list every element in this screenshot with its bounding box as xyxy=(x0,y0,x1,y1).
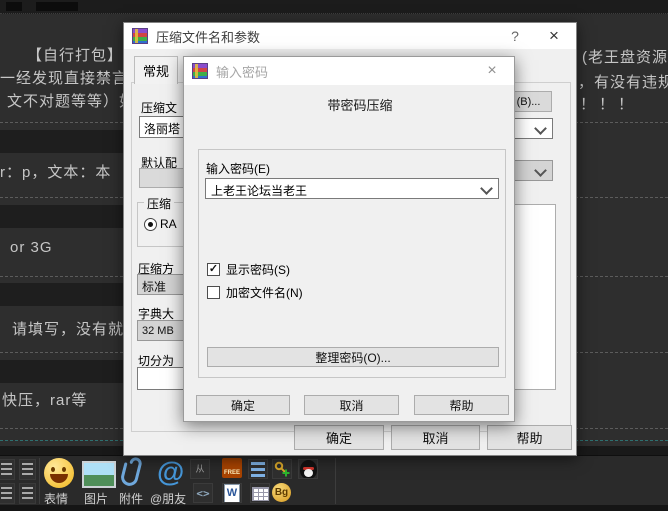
chevron-down-icon xyxy=(534,164,547,177)
editor-toolbar: 表情 图片 附件 @ @朋友 从 FREE <> W Bg xyxy=(0,455,668,506)
archive-name-input[interactable]: 洛丽塔 xyxy=(139,116,186,138)
format-group-caption: 压缩 xyxy=(144,195,175,212)
attachment-button[interactable] xyxy=(120,457,146,493)
quote-list-icon xyxy=(251,462,265,477)
ok-button[interactable]: 确定 xyxy=(294,425,384,450)
close-icon[interactable]: × xyxy=(532,23,576,49)
archive-name-label: 压缩文 xyxy=(141,101,178,115)
table-button[interactable] xyxy=(250,483,270,503)
cancel-button[interactable]: 取消 xyxy=(304,395,399,415)
toolbar-partial-button[interactable] xyxy=(0,483,15,504)
format-groupbox: 压缩 RA xyxy=(137,195,186,247)
text-lines-icon xyxy=(1,463,12,476)
bg-post-line: 快压，rar等 xyxy=(2,392,88,409)
help-button[interactable]: 帮助 xyxy=(487,425,572,450)
key-add-icon xyxy=(274,461,290,477)
encrypt-names-label: 加密文件名(N) xyxy=(226,286,303,300)
qq-share-button[interactable] xyxy=(298,459,318,479)
word-doc-icon: W xyxy=(224,484,240,502)
toolbar-separator xyxy=(39,458,40,504)
close-icon[interactable]: × xyxy=(470,57,514,85)
bg-post-line: 文不对题等等）如 xyxy=(7,93,136,110)
format-radio-rar[interactable]: RA xyxy=(144,217,177,231)
background-top-strip xyxy=(0,0,668,14)
options-listbox[interactable] xyxy=(513,204,556,390)
checkbox-unchecked-icon xyxy=(207,286,220,299)
top-block xyxy=(6,2,22,11)
radio-selected-icon xyxy=(144,217,157,231)
password-combo-input[interactable]: 上老王论坛当老王 xyxy=(205,178,499,199)
quote-list-button[interactable] xyxy=(248,459,268,479)
bg-right-line: ！！！ xyxy=(580,96,638,113)
bg-right-line: ，有没有违规 xyxy=(578,74,668,91)
text-lines-icon xyxy=(22,463,33,476)
emoji-icon xyxy=(44,458,74,488)
password-dialog-titlebar[interactable]: 输入密码 × xyxy=(184,57,514,85)
toolbar-partial-button[interactable] xyxy=(19,483,36,504)
toolbar-partial-button[interactable] xyxy=(0,459,15,480)
top-block xyxy=(36,2,78,11)
picture-icon xyxy=(82,461,116,488)
chevron-down-icon xyxy=(534,122,547,135)
archive-dialog-title: 压缩文件名和参数 xyxy=(156,29,261,45)
cancel-button[interactable]: 取消 xyxy=(391,425,480,450)
text-lines-icon xyxy=(1,487,12,500)
bg-post-line: r：p，文本：本 xyxy=(0,164,112,181)
password-content-button[interactable] xyxy=(272,459,292,479)
text-lines-icon xyxy=(22,487,33,500)
screen: 【自行打包】是 一经发现直接禁言 文不对题等等）如 r：p，文本：本 or 3G… xyxy=(0,0,668,511)
emoji-button[interactable] xyxy=(44,458,74,488)
image-button[interactable] xyxy=(82,461,116,488)
format-radio-label: RA xyxy=(160,217,177,231)
winrar-icon xyxy=(192,63,208,79)
qq-icon xyxy=(299,460,317,478)
hidden-text-button[interactable]: 从 xyxy=(190,459,210,479)
free-icon: FREE xyxy=(222,458,242,478)
tab-general[interactable]: 常规 xyxy=(134,56,178,84)
bg-post-line: 请填写，没有就填 xyxy=(12,321,141,338)
at-friend-button[interactable]: @ xyxy=(157,457,184,487)
show-password-label: 显示密码(S) xyxy=(226,263,290,277)
password-heading: 带密码压缩 xyxy=(327,98,393,113)
bg-right-line: (老王盘资源 xyxy=(582,49,668,66)
at-icon: @ xyxy=(157,456,185,487)
organize-passwords-button[interactable]: 整理密码(O)... xyxy=(207,347,499,367)
paperclip-icon xyxy=(121,457,142,486)
background-bottom-strip xyxy=(0,505,668,511)
code-icon: <> xyxy=(196,487,210,500)
show-password-checkbox[interactable]: ✓ 显示密码(S) xyxy=(207,261,290,278)
bg-post-line: or 3G xyxy=(10,239,53,256)
ok-button[interactable]: 确定 xyxy=(196,395,290,415)
checkbox-checked-icon: ✓ xyxy=(207,263,220,276)
word-doc-button[interactable]: W xyxy=(222,483,242,503)
bg-coin-icon: Bg xyxy=(272,483,291,502)
bg-post-line: 一经发现直接禁言 xyxy=(0,70,129,87)
split-input[interactable] xyxy=(137,367,186,390)
toolbar-separator xyxy=(335,458,336,504)
winrar-icon xyxy=(132,28,148,44)
table-icon xyxy=(251,487,269,501)
dictionary-combo[interactable]: 32 MB xyxy=(137,320,186,341)
method-combo[interactable]: 标准 xyxy=(137,274,186,295)
toolbar-partial-button[interactable] xyxy=(19,459,36,480)
hidden-text-icon: 从 xyxy=(195,464,205,474)
encrypt-names-checkbox[interactable]: 加密文件名(N) xyxy=(207,284,303,301)
free-content-button[interactable]: FREE xyxy=(222,458,242,478)
password-dialog: 输入密码 × 带密码压缩 输入密码(E) 上老王论坛当老王 ✓ 显示密码(S) … xyxy=(183,56,515,422)
password-dialog-title: 输入密码 xyxy=(216,64,269,80)
code-button[interactable]: <> xyxy=(193,483,213,503)
background-color-button[interactable]: Bg xyxy=(272,483,291,502)
password-input-label: 输入密码(E) xyxy=(206,162,270,176)
help-button[interactable]: 帮助 xyxy=(414,395,509,415)
profile-button[interactable] xyxy=(139,168,186,188)
help-icon[interactable]: ? xyxy=(498,23,532,49)
archive-dialog-titlebar[interactable]: 压缩文件名和参数 ? × xyxy=(124,23,576,49)
